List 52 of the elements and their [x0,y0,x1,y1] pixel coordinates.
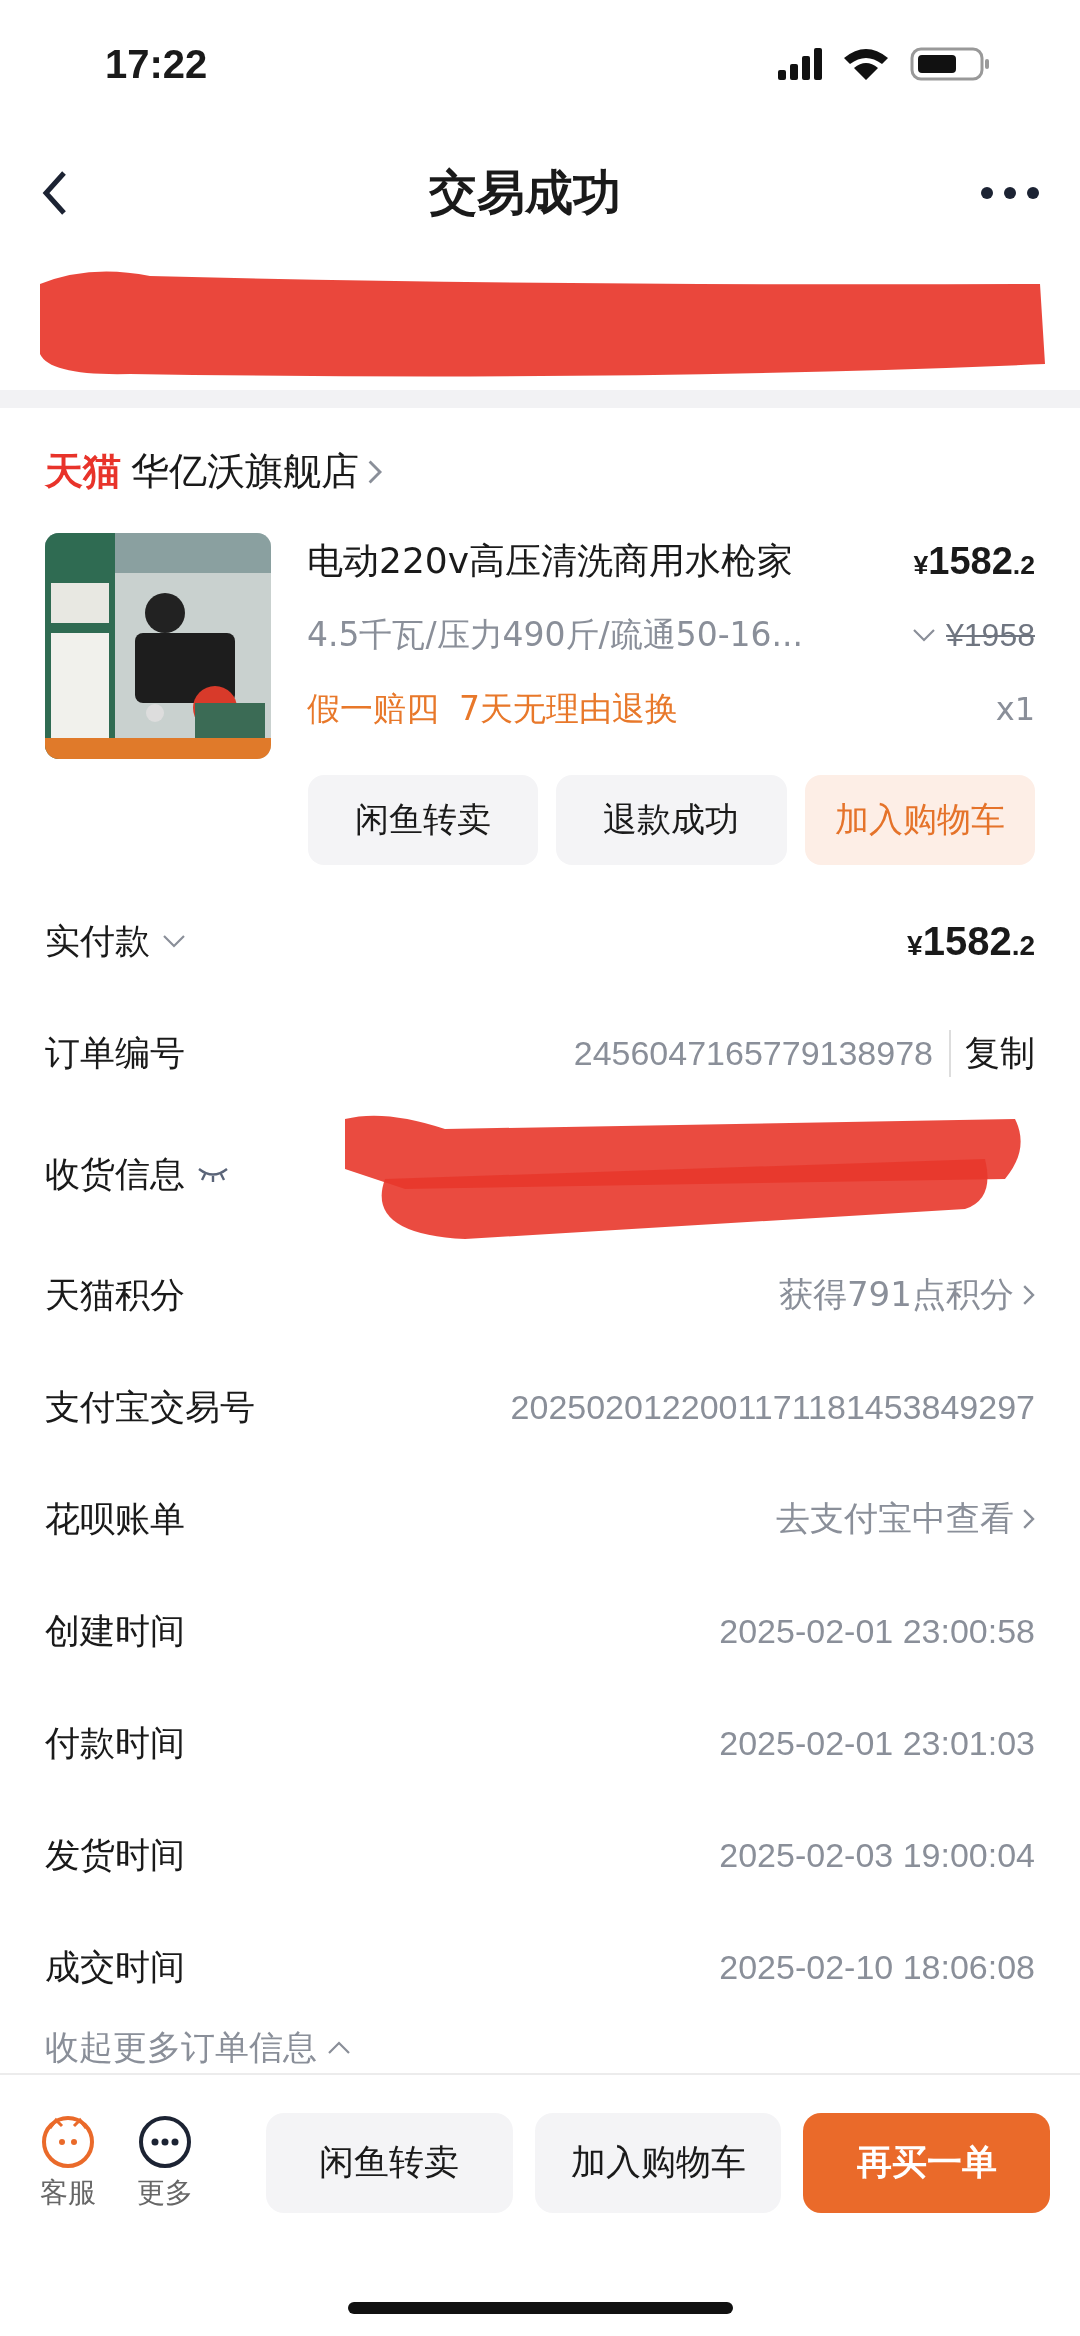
row-value: 2025-02-03 19:00:04 [719,1835,1035,1875]
page-title: 交易成功 [429,162,621,222]
action-button[interactable]: 闲鱼转卖 [308,775,539,866]
store-name[interactable]: 华亿沃旗舰店 [131,446,383,498]
toolbar-button[interactable]: 更多 [127,2113,202,2212]
quantity: x1 [995,690,1035,729]
status-time: 17:22 [105,41,208,87]
price: ¥1582.2 [907,918,1035,964]
row-label: 成交时间 [45,1945,185,1989]
original-price: ¥1958 [946,616,1035,654]
collapse-link[interactable]: 收起更多订单信息 [0,2023,1080,2073]
copy-button[interactable]: 复制 [949,1029,1035,1077]
row-value: 2025-02-10 18:06:08 [719,1947,1035,1987]
chevron-up-icon [327,2040,351,2055]
row-value: 2025-02-01 23:00:58 [719,1611,1035,1651]
service-tag: 7天无理由退换 [459,686,678,732]
chevron-right-icon [1021,1508,1035,1531]
product-title: 电动220v高压清洗商用水枪家 [307,538,794,583]
chat-face-icon [39,2113,96,2170]
row-label: 天猫积分 [45,1273,185,1317]
battery-icon [910,47,990,82]
row-label: 订单编号 [45,1031,185,1075]
toolbar-button[interactable]: 客服 [30,2113,105,2212]
row-label: 付款时间 [45,1721,185,1765]
row-label: 发货时间 [45,1833,185,1877]
action-button[interactable]: 闲鱼转卖 [266,2112,513,2213]
price: ¥1582.2 [913,539,1035,583]
wifi-icon [844,48,888,81]
row-label: 创建时间 [45,1609,185,1653]
action-button[interactable]: 再买一单 [803,2112,1050,2213]
row-link[interactable]: 去支付宝中查看 [775,1496,1035,1543]
row-value: 2025-02-01 23:01:03 [719,1723,1035,1763]
product-spec: 4.5千瓦/压力490斤/疏通50-16... [307,613,804,656]
row-link[interactable]: 获得791点积分 [778,1272,1035,1319]
row-label: 实付款 [45,919,150,963]
service-tag: 假一赔四 [307,686,439,732]
order-number: 2456047165779138978 [573,1033,933,1073]
chevron-down-icon [912,628,936,643]
row-label: 花呗账单 [45,1497,185,1541]
store-brand-label: 天猫 [45,448,121,496]
row-value: 2025020122001171181453849297 [510,1387,1035,1427]
more-icon [136,2113,193,2170]
row-label: 支付宝交易号 [45,1385,255,1429]
chevron-right-icon [1021,1284,1035,1307]
chevron-down-icon [162,934,186,949]
row-label: 收货信息 [45,1152,185,1196]
more-button[interactable] [980,185,1040,200]
action-button[interactable]: 加入购物车 [534,2112,782,2213]
chevron-right-icon [367,458,383,485]
closed-eye-icon[interactable] [197,1166,229,1183]
action-button[interactable]: 退款成功 [556,775,787,866]
signal-icon [778,48,822,81]
